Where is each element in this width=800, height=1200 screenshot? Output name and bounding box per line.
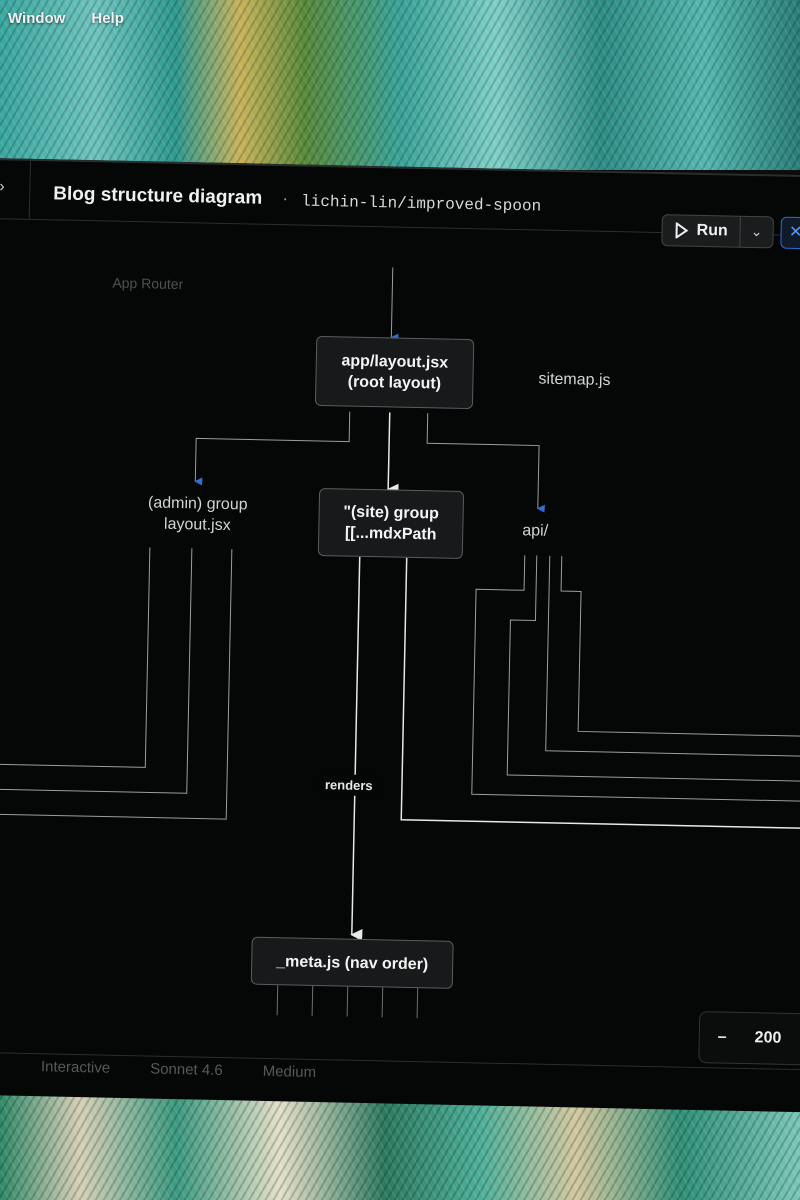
edge-label-renders: renders <box>318 774 379 797</box>
node-root-line1: app/layout.jsx <box>341 352 449 372</box>
edge-api-2 <box>506 555 800 782</box>
repository-name[interactable]: lichin-lin/improved-spoon <box>301 193 541 216</box>
title-separator: · <box>282 188 289 209</box>
sidebar-toggle-icon[interactable]: › <box>0 178 5 196</box>
edge-admin-2 <box>0 548 193 794</box>
app-router-group-label: App Router <box>112 274 184 293</box>
node-meta[interactable]: _meta.js (nav order) <box>250 936 454 989</box>
edge-api-3 <box>545 555 800 757</box>
node-root-line2: (root layout) <box>347 373 442 393</box>
zoom-out-button[interactable]: – <box>700 1028 745 1047</box>
model-selector[interactable]: Sonnet 4.6 <box>150 1061 223 1098</box>
edge-site-right <box>400 557 800 829</box>
edge-api-1 <box>471 555 800 802</box>
node-sitemap[interactable]: sitemap.js <box>538 369 610 392</box>
desktop-wallpaper-top: Window Help <box>0 0 800 170</box>
os-menubar: Window Help <box>8 10 124 27</box>
edge-admin-3 <box>0 549 233 820</box>
edge-meta-children <box>276 985 419 1019</box>
app-window: › Blog structure diagram · lichin-lin/im… <box>0 158 800 1113</box>
diagram-canvas[interactable]: App Router app/layout.jsx (root layout) … <box>0 219 800 1066</box>
node-admin-line1: (admin) group <box>147 494 248 514</box>
edge-root-admin <box>194 411 351 486</box>
edge-root-site <box>386 412 399 496</box>
titlebar-divider <box>28 160 31 219</box>
edge-api-4 <box>560 556 800 737</box>
mode-selector[interactable]: Interactive <box>40 1058 111 1094</box>
zoom-level[interactable]: 200 <box>744 1029 781 1048</box>
node-site-line2: [[...mdxPath <box>344 524 437 544</box>
node-admin-line2: layout.jsx <box>163 515 231 535</box>
edge-into-root <box>390 267 399 342</box>
document-title: Blog structure diagram <box>53 183 263 209</box>
menu-window[interactable]: Window <box>8 10 65 27</box>
menu-help[interactable]: Help <box>91 10 124 27</box>
effort-selector[interactable]: Medium <box>262 1063 317 1099</box>
node-api[interactable]: api/ <box>522 520 548 542</box>
node-meta-label: _meta.js (nav order) <box>276 952 429 973</box>
edge-site-meta <box>350 556 363 941</box>
zoom-control: – 200 <box>698 1011 800 1066</box>
node-site-line1: "(site) group <box>343 503 440 523</box>
node-root-layout[interactable]: app/layout.jsx (root layout) <box>314 335 475 410</box>
edge-admin-1 <box>0 547 151 768</box>
node-admin-group[interactable]: (admin) group layout.jsx <box>132 492 263 537</box>
node-site-group[interactable]: "(site) group [[...mdxPath <box>317 487 465 559</box>
